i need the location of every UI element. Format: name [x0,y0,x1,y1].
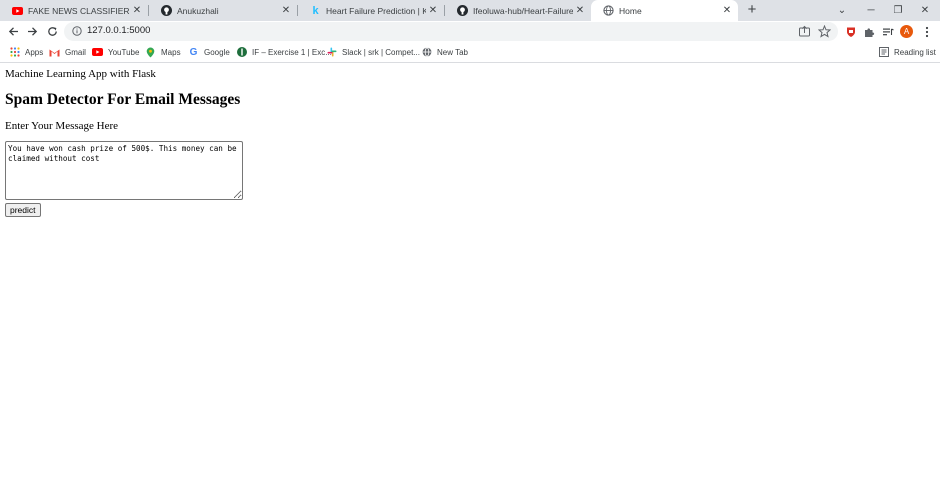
minimize-button[interactable]: ─ [856,0,886,21]
browser-toolbar: 127.0.0.1:5000 A [0,21,940,42]
kaggle-icon: k [312,4,319,17]
tab-home[interactable]: Home ✕ [591,0,738,21]
bookmark-slack[interactable]: Slack | srk | Compet... [326,45,420,59]
youtube-icon [12,5,23,16]
app-subtitle: Machine Learning App with Flask [5,68,156,80]
close-icon[interactable]: ✕ [573,5,587,16]
forward-arrow-icon [28,27,38,36]
back-button[interactable] [5,23,22,40]
bookmark-label: Slack | srk | Compet... [342,47,420,57]
maps-pin-icon [145,47,156,58]
close-icon[interactable]: ✕ [279,5,293,16]
globe-icon [421,47,432,58]
bookmark-label: New Tab [437,47,468,57]
tab-search-icon[interactable]: ⌄ [827,0,857,21]
bookmark-gmail[interactable]: Gmail [49,45,86,59]
page-title: Spam Detector For Email Messages [5,91,241,108]
predict-button[interactable]: predict [5,203,41,217]
new-tab-button[interactable]: + [744,2,760,18]
url-text: 127.0.0.1:5000 [87,25,151,36]
bookmark-maps[interactable]: Maps [145,45,181,59]
avatar: A [900,25,913,38]
bookmark-if-exercise[interactable]: IF – Exercise 1 | Exc... [236,45,332,59]
bookmarks-bar: Apps Gmail YouTube Maps G Google IF – Ex… [0,42,940,63]
tab-label: FAKE NEWS CLASSIFIER WITH M [28,5,130,16]
google-icon: G [189,46,198,58]
page-content: Machine Learning App with Flask Spam Det… [0,63,940,504]
profile-avatar[interactable]: A [898,23,915,40]
site-icon [236,47,247,58]
reload-icon [48,27,57,36]
reading-list-icon [878,47,889,58]
bookmark-google[interactable]: G Google [188,45,230,59]
github-icon [457,5,468,16]
tab-strip: FAKE NEWS CLASSIFIER WITH M ✕ Anukuzhali… [0,0,940,21]
back-arrow-icon [8,27,18,36]
forward-button[interactable] [24,23,41,40]
tab-label: Ifeoluwa-hub/Heart-Failure-Predi [473,5,573,16]
address-bar[interactable]: 127.0.0.1:5000 [64,22,838,41]
restore-button[interactable]: ❐ [883,0,913,21]
slack-icon [326,47,337,58]
message-prompt-label: Enter Your Message Here [5,120,119,132]
reading-list-label: Reading list [894,47,936,57]
bookmark-label: Maps [161,47,181,57]
bookmark-label: YouTube [108,47,140,57]
info-icon [72,26,82,36]
message-textarea[interactable]: You have won cash prize of 500$. This mo… [5,141,243,200]
bookmark-label: IF – Exercise 1 | Exc... [252,47,332,57]
extensions-puzzle-icon[interactable] [860,23,877,40]
bookmark-label: Google [204,47,230,57]
close-icon[interactable]: ✕ [426,5,440,16]
close-icon[interactable]: ✕ [720,5,734,16]
bookmark-label: Gmail [65,47,86,57]
github-icon [161,5,172,16]
gmail-icon [49,47,60,58]
tab-heart-failure-github[interactable]: Ifeoluwa-hub/Heart-Failure-Predi ✕ [445,0,591,21]
bookmark-youtube[interactable]: YouTube [92,45,139,59]
bookmark-new-tab[interactable]: New Tab [421,45,468,59]
tab-fake-news[interactable]: FAKE NEWS CLASSIFIER WITH M ✕ [0,0,148,21]
reload-button[interactable] [44,23,61,40]
reading-list-button[interactable]: Reading list [878,45,936,59]
tab-label: Home [619,5,642,16]
bookmark-star-icon[interactable] [818,25,831,38]
bookmark-apps[interactable]: Apps [9,45,43,59]
media-queue-icon[interactable] [879,23,896,40]
extension-shield-icon[interactable] [842,23,859,40]
tab-kaggle[interactable]: k Heart Failure Prediction | Kaggle ✕ [298,0,444,21]
tab-label: Heart Failure Prediction | Kaggle [326,5,426,16]
bookmark-label: Apps [25,47,44,57]
share-icon[interactable] [798,25,811,38]
apps-grid-icon [9,47,20,58]
close-icon[interactable]: ✕ [130,5,144,16]
globe-icon [603,5,614,16]
youtube-icon [92,47,103,58]
window-close-button[interactable]: ✕ [910,0,940,21]
kebab-menu-icon[interactable] [918,23,935,40]
tab-anukuzhali[interactable]: Anukuzhali ✕ [149,0,297,21]
tab-label: Anukuzhali [177,5,219,16]
